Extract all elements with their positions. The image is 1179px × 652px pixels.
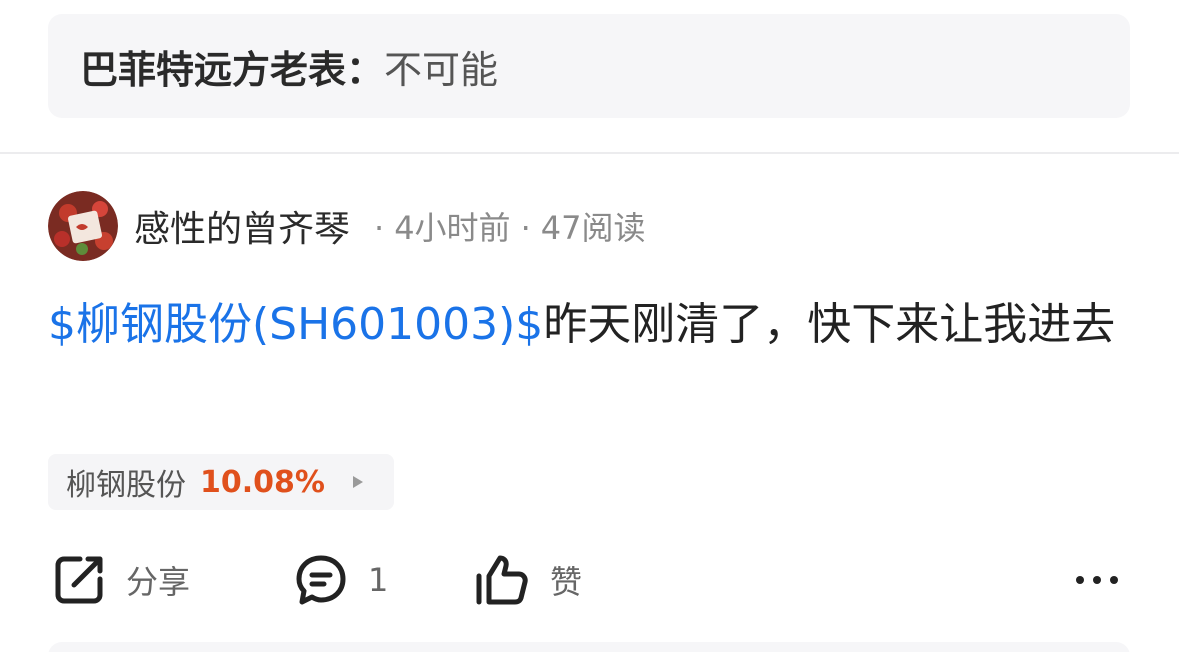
- quoted-reply[interactable]: 巴菲特远方老表： 不可能: [48, 14, 1130, 118]
- action-bar: 分享 1 赞: [52, 548, 1132, 612]
- post-meta: · 4小时前 · 47阅读: [364, 203, 645, 249]
- like-button[interactable]: 赞: [474, 548, 582, 612]
- username[interactable]: 感性的曾齐琴: [134, 200, 350, 252]
- post-page: 巴菲特远方老表： 不可能 感性的曾齐琴 · 4小时前 · 47阅读 $柳钢股份(SH6…: [0, 0, 1179, 652]
- post-text: 昨天刚清了，快下来让我进去: [543, 299, 1116, 350]
- avatar[interactable]: [48, 191, 118, 261]
- comment-button[interactable]: 1: [294, 548, 388, 612]
- more-button[interactable]: [1074, 548, 1120, 612]
- quote-author[interactable]: 巴菲特远方老表：: [80, 39, 384, 94]
- read-count: 47阅读: [540, 209, 646, 247]
- stock-chip-change: 10.08%: [200, 464, 325, 500]
- share-label: 分享: [126, 563, 191, 601]
- comment-icon: [296, 555, 346, 605]
- stock-chip-name: 柳钢股份: [66, 468, 186, 503]
- comment-count: 1: [368, 561, 389, 599]
- divider: [0, 152, 1179, 154]
- play-arrow-icon: [352, 476, 363, 488]
- post-body: $柳钢股份(SH601003)$昨天刚清了，快下来让我进去: [48, 290, 1118, 360]
- like-label: 赞: [550, 563, 583, 601]
- quote-text: 不可能: [384, 47, 499, 92]
- stock-link[interactable]: $柳钢股份(SH601003)$: [48, 299, 543, 350]
- share-icon: [55, 556, 103, 604]
- post-header: 感性的曾齐琴 · 4小时前 · 47阅读: [48, 190, 645, 262]
- meta-separator: ·: [520, 209, 531, 247]
- meta-separator: ·: [374, 209, 385, 247]
- stock-chip[interactable]: 柳钢股份 10.08%: [48, 454, 394, 510]
- next-quote-box: [48, 642, 1130, 652]
- post-time: 4小时前: [394, 209, 511, 247]
- share-button[interactable]: 分享: [52, 548, 190, 612]
- more-horizontal-icon: [1076, 576, 1118, 584]
- thumbs-up-icon: [476, 555, 528, 605]
